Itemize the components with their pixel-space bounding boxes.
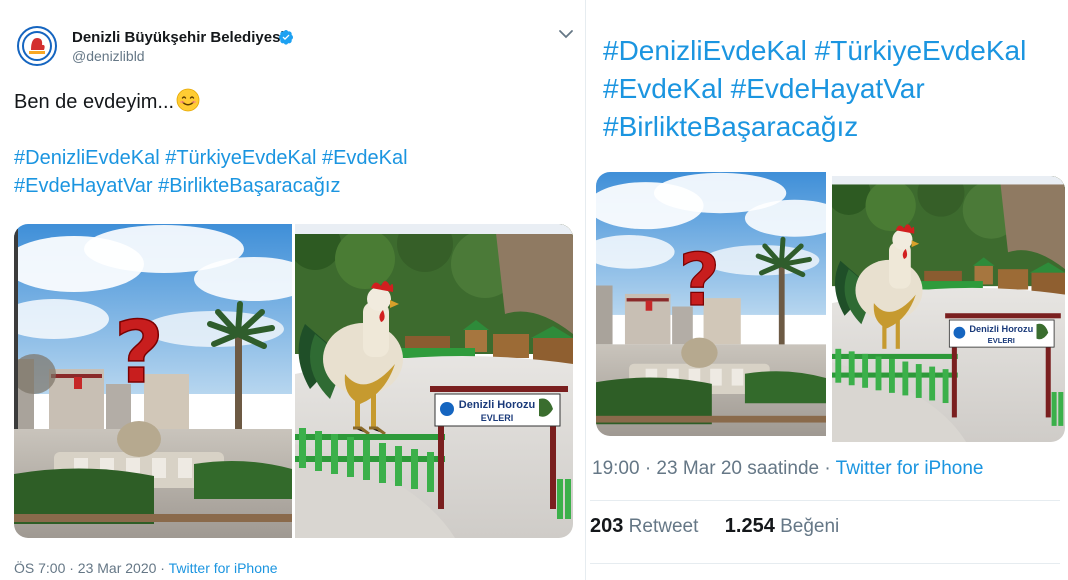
like-count: 1.254 <box>724 515 775 537</box>
tweet-text: Ben de evdeyim... <box>14 88 200 114</box>
city-logo-avatar[interactable] <box>17 26 57 66</box>
detail-photo-square-before[interactable]: ? <box>596 172 826 436</box>
question-mark: ? <box>114 303 164 403</box>
like-stat[interactable]: 1.254 Beğeni <box>724 515 840 537</box>
hashtag-link[interactable]: #BirlikteBaşaracağız <box>158 175 340 197</box>
hashtag-link[interactable]: #EvdeHayatVar <box>14 175 153 197</box>
hashtag-link[interactable]: #TürkiyeEvdeKal <box>165 147 316 169</box>
hashtag-list: #DenizliEvdeKal #TürkiyeEvdeKal #EvdeKal… <box>14 144 574 200</box>
engagement-stats: 203 Retweet 1.254 Beğeni <box>590 515 839 538</box>
like-label: Beğeni <box>780 516 840 537</box>
divider <box>590 500 1060 501</box>
tweet-card: Denizli Büyükşehir Belediyesi @denizlibl… <box>0 0 585 580</box>
detail-source-link[interactable]: Twitter for iPhone <box>836 458 984 479</box>
chevron-down-icon[interactable] <box>558 28 574 40</box>
hashtag-link[interactable]: #DenizliEvdeKal <box>14 147 160 169</box>
photo-rooster-houses[interactable]: Denizli Horozu EVLERI <box>295 224 573 538</box>
detail-sign-subtitle: EVLERI <box>988 336 1015 345</box>
retweet-stat[interactable]: 203 Retweet <box>590 515 699 537</box>
hashtag-link[interactable]: #TürkiyeEvdeKal <box>815 35 1027 66</box>
account-name[interactable]: Denizli Büyükşehir Belediyesi <box>72 29 285 46</box>
hashtag-link[interactable]: #BirlikteBaşaracağız <box>603 111 858 142</box>
divider <box>590 563 1060 564</box>
sign-title: Denizli Horozu <box>459 399 535 411</box>
detail-hashtag-list: #DenizliEvdeKal #TürkiyeEvdeKal #EvdeKal… <box>603 32 1063 146</box>
detail-sign-title: Denizli Horozu <box>969 324 1033 334</box>
hashtag-link[interactable]: #EvdeKal <box>603 73 723 104</box>
account-handle[interactable]: @denizlibld <box>72 48 145 64</box>
retweet-count: 203 <box>590 515 624 537</box>
sign-subtitle: EVLERI <box>481 413 514 423</box>
retweet-label: Retweet <box>628 516 699 537</box>
detail-time[interactable]: 19:00 · 23 Mar 20 saatinde · <box>592 458 836 479</box>
hashtag-link[interactable]: #EvdeKal <box>322 147 408 169</box>
tweet-time[interactable]: ÖS 7:00 · 23 Mar 2020 <box>14 560 156 576</box>
hashtag-link[interactable]: #EvdeHayatVar <box>731 73 925 104</box>
tweet-timestamp: ÖS 7:00 · 23 Mar 2020 · Twitter for iPho… <box>14 560 278 576</box>
detail-timestamp: 19:00 · 23 Mar 20 saatinde · Twitter for… <box>592 458 983 480</box>
tweet-source-link[interactable]: Twitter for iPhone <box>169 560 278 576</box>
detail-photo-rooster-houses[interactable]: Denizli Horozu EVLERI <box>832 176 1065 442</box>
smiling-face-emoji <box>176 88 200 112</box>
hashtag-link[interactable]: #DenizliEvdeKal <box>603 35 807 66</box>
detail-question-mark: ? <box>679 237 720 322</box>
tweet-detail-card: #DenizliEvdeKal #TürkiyeEvdeKal #EvdeKal… <box>585 0 1068 580</box>
photo-square-before[interactable]: ? <box>14 224 292 538</box>
verified-badge-icon <box>279 30 293 45</box>
tweet-text-content: Ben de evdeyim... <box>14 91 175 113</box>
